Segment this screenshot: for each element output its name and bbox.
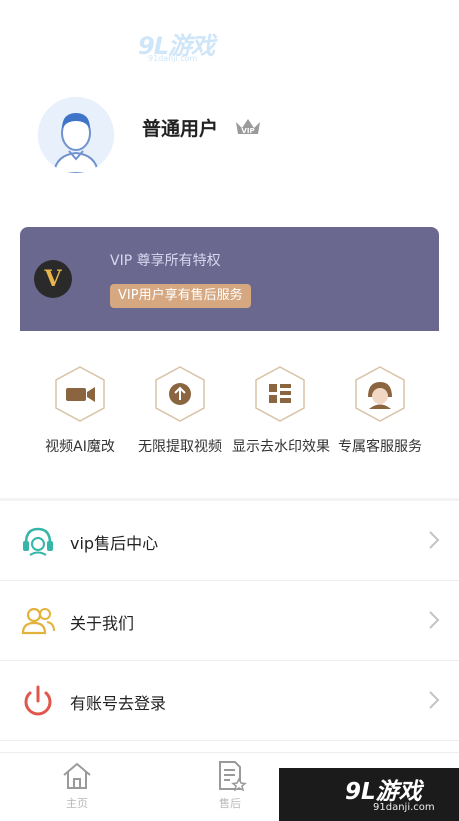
feature-customer-service[interactable]: 专属客服服务 — [330, 365, 430, 456]
feature-grid: 视频AI魔改 无限提取视频 显示去水印效果 专属客服服务 — [0, 365, 459, 485]
feature-label: 显示去水印效果 — [232, 439, 330, 455]
user-avatar-icon — [38, 97, 114, 173]
users-icon — [21, 607, 55, 635]
tab-label: 售后 — [219, 797, 241, 810]
menu-item-login[interactable]: 有账号去登录 — [0, 661, 459, 741]
document-star-icon — [219, 761, 247, 792]
watermark-url-text: 91danji.com — [148, 54, 198, 63]
chevron-right-icon — [429, 611, 440, 629]
watermark-logo-top: 9L游戏 91danji.com — [138, 26, 238, 66]
feature-unlimited-extract[interactable]: 无限提取视频 — [130, 365, 230, 456]
tab-after-sales[interactable]: 售后 — [190, 759, 270, 811]
avatar[interactable] — [38, 97, 114, 173]
tab-label: 主页 — [66, 797, 88, 810]
headset-icon — [23, 527, 53, 556]
menu-item-label: vip售后中心 — [70, 534, 159, 553]
feature-remove-watermark[interactable]: 显示去水印效果 — [230, 365, 330, 456]
watermark-logo-text: 9L游戏 — [345, 779, 422, 805]
layout-grid-icon — [255, 366, 305, 422]
menu-item-vip-service[interactable]: vip售后中心 — [0, 501, 459, 581]
feature-video-ai[interactable]: 视频AI魔改 — [30, 365, 130, 456]
feature-label: 无限提取视频 — [138, 439, 222, 455]
watermark-logo-bottom: 9L游戏 91danji.com — [279, 768, 459, 821]
vip-crown-icon: VIP — [236, 119, 260, 135]
vip-logo: V — [34, 260, 72, 298]
customer-service-icon — [355, 366, 405, 422]
vip-service-badge[interactable]: VIP用户享有售后服务 — [110, 284, 251, 308]
feature-label: 专属客服服务 — [338, 439, 422, 455]
chevron-right-icon — [429, 691, 440, 709]
profile-header: 普通用户 VIP — [0, 90, 459, 200]
vip-card-title: VIP 尊享所有特权 — [110, 253, 221, 269]
watermark-url-text: 91danji.com — [373, 802, 435, 813]
home-icon — [63, 762, 91, 789]
video-camera-icon — [55, 366, 105, 422]
tab-home[interactable]: 主页 — [37, 759, 117, 811]
chevron-right-icon — [429, 531, 440, 549]
feature-label: 视频AI魔改 — [45, 439, 115, 455]
menu-item-about-us[interactable]: 关于我们 — [0, 581, 459, 661]
menu-item-label: 关于我们 — [70, 614, 135, 633]
upload-arrow-icon — [155, 366, 205, 422]
power-icon — [24, 685, 52, 716]
username: 普通用户 — [142, 118, 219, 140]
vip-card[interactable]: V VIP 尊享所有特权 VIP用户享有售后服务 — [20, 227, 439, 331]
menu-item-label: 有账号去登录 — [70, 694, 167, 713]
vip-crown-text: VIP — [241, 127, 254, 135]
